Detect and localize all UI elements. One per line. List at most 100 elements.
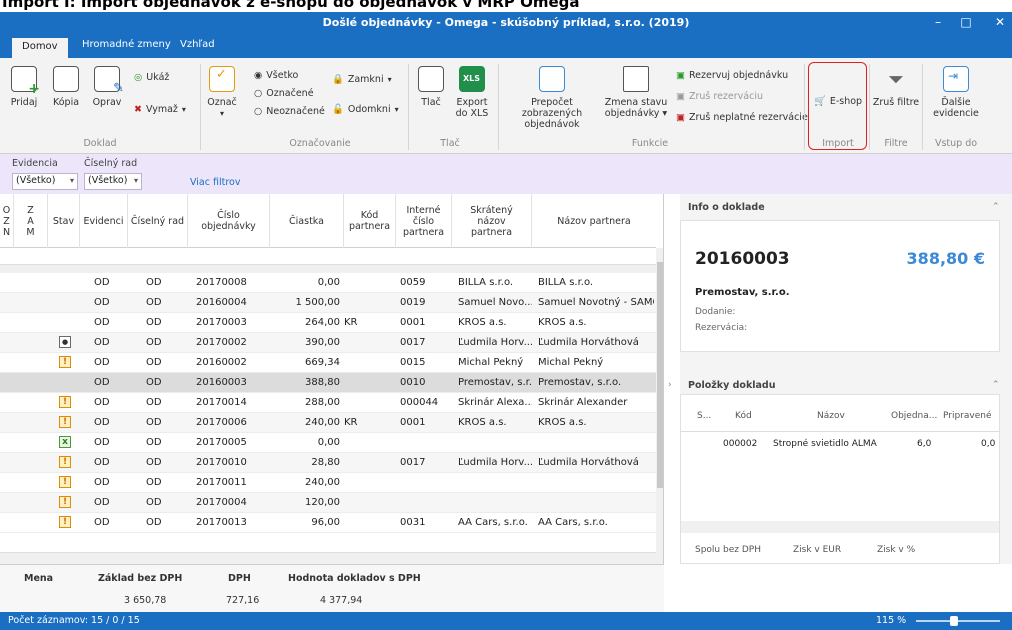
col-stav[interactable]: Stav	[48, 194, 80, 248]
lock-button[interactable]: 🔒 Zamkni ▾	[332, 74, 392, 85]
radio-marked[interactable]: ○ Označené	[254, 88, 314, 99]
info-dodanie: Dodanie:	[695, 307, 736, 317]
cell-ciselny-rad: OD	[146, 417, 162, 428]
col-interne[interactable]: Interné číslo partnera	[396, 194, 452, 248]
cell-cislo: 20170005	[196, 437, 247, 448]
item-pripravene: 0,0	[981, 439, 996, 449]
export-xls-button[interactable]: XLS Export do XLS	[452, 66, 492, 119]
copy-button[interactable]: Kópia	[48, 66, 84, 108]
tab-domov[interactable]: Domov	[12, 38, 68, 58]
more-filters-link[interactable]: Viac filtrov	[190, 177, 240, 188]
delete-icon: ✖	[134, 104, 142, 115]
radio-unmarked[interactable]: ○ Neoznačené	[254, 106, 325, 117]
col-ciastka[interactable]: Čiastka	[270, 194, 344, 248]
edit-button[interactable]: ✎ Oprav	[88, 66, 126, 108]
more-evidences-button[interactable]: ⇥ Ďalšie evidencie	[926, 66, 986, 119]
table-row[interactable]: ● OD OD 20170002 390,00 0017 Ľudmila Horv... Ľu…	[0, 333, 656, 353]
unlock-button[interactable]: 🔓 Odomkni ▾	[332, 104, 399, 115]
table-row[interactable]: ! OD OD 20160002 669,34 0015 Michal Pekný Micha…	[0, 353, 656, 373]
cell-ciselny-rad: OD	[146, 517, 162, 528]
cancel-cart-red-icon: ▣	[676, 112, 685, 123]
shopping-cart-icon: 🛒	[814, 96, 826, 107]
recalc-button[interactable]: Prepočet zobrazených objednávok	[500, 66, 604, 130]
col-ozn[interactable]: O Z N	[0, 194, 14, 248]
table-row[interactable]: ! OD OD 20170013 96,00 0031 AA Cars, s.r.o. AA …	[0, 513, 656, 533]
col-ciselny-rad[interactable]: Číselný rad	[128, 194, 188, 248]
cell-interne: 0001	[400, 317, 426, 328]
zoom-slider-handle[interactable]	[950, 616, 958, 626]
info-number: 20160003	[695, 249, 790, 269]
col-zam[interactable]: Z A M	[14, 194, 48, 248]
cell-nazov: Premostav, s.r.o.	[538, 377, 622, 388]
polozky-grid: S... Kód Názov Objedna... Pripravené 000…	[680, 394, 1000, 564]
show-button[interactable]: ◎ Ukáž	[134, 72, 169, 83]
tab-hromadne-zmeny[interactable]: Hromadné zmeny	[82, 39, 171, 50]
table-row[interactable]: OD OD 20160003 388,80 0010 Premostav, s.r. Pre…	[0, 373, 656, 393]
reserve-order-button[interactable]: ▣ Rezervuj objednávku	[676, 70, 788, 81]
separator	[408, 64, 409, 150]
chevron-down-icon: ▾	[181, 105, 186, 114]
top-caption: Import I: Import objednávok z e-shopu do…	[0, 0, 1012, 12]
cell-cislo: 20160002	[196, 357, 247, 368]
cell-ciastka: 669,34	[305, 357, 340, 368]
grid-filter-row[interactable]	[0, 248, 656, 265]
collapse-icon[interactable]: ⌃	[992, 202, 1000, 212]
col-cislo[interactable]: Číslo objednávky	[188, 194, 270, 248]
delete-button[interactable]: ✖ Vymaž ▾	[134, 104, 186, 115]
polozky-hscroll[interactable]	[681, 521, 999, 533]
cell-interne: 0001	[400, 417, 426, 428]
zoom-slider[interactable]	[916, 620, 1000, 622]
add-button[interactable]: + Pridaj	[6, 66, 42, 108]
vertical-scrollbar[interactable]	[656, 248, 663, 564]
table-row[interactable]: OD OD 20170003 264,00 KR 0001 KROS a.s. KROS a.…	[0, 313, 656, 333]
warning-icon: !	[59, 356, 71, 368]
horizontal-scrollbar[interactable]	[0, 552, 656, 564]
change-status-button[interactable]: Zmena stavu objednávky ▾	[604, 66, 668, 119]
cell-ciastka: 0,00	[317, 437, 340, 448]
table-row[interactable]: ! OD OD 20170010 28,80 0017 Ľudmila Horv... Ľud…	[0, 453, 656, 473]
cancel-reservation-button[interactable]: ▣ Zruš rezerváciu	[676, 91, 763, 102]
table-row[interactable]: ! OD OD 20170006 240,00 KR 0001 KROS a.s. KROS a…	[0, 413, 656, 433]
ciselny-rad-select[interactable]: (Všetko) ▾	[84, 173, 142, 190]
mark-button[interactable]: ✓ Označ ▾	[206, 66, 238, 119]
col-kod[interactable]: Kód partnera	[344, 194, 396, 248]
print-button[interactable]: Tlač	[414, 66, 448, 108]
expand-icon[interactable]: ›	[668, 380, 672, 390]
close-icon[interactable]: ✕	[990, 15, 1010, 29]
cancel-filters-button[interactable]: ⏷ Zruš filtre	[872, 66, 920, 108]
col-skrateny[interactable]: Skrátený názov partnera	[452, 194, 532, 248]
cell-evidencia: OD	[94, 397, 110, 408]
radio-all[interactable]: ◉ Všetko	[254, 70, 298, 81]
item-nazov: Stropné svietidlo ALMA	[773, 439, 877, 449]
cell-ciastka: 264,00	[305, 317, 340, 328]
col-objednane[interactable]: Objedna...	[891, 411, 937, 421]
table-row[interactable]: OD OD 20170008 0,00 0059 BILLA s.r.o. BILLA s.…	[0, 273, 656, 293]
table-row[interactable]: x OD OD 20170005 0,00	[0, 433, 656, 453]
col-pripravene[interactable]: Pripravené	[943, 411, 992, 421]
minimize-icon[interactable]: –	[928, 15, 948, 29]
cell-ciselny-rad: OD	[146, 397, 162, 408]
collapse-icon[interactable]: ⌃	[992, 380, 1000, 390]
col-kod[interactable]: Kód	[735, 411, 752, 421]
col-nazov[interactable]: Názov	[817, 411, 845, 421]
group-doklad: Doklad	[83, 138, 117, 149]
enter-icon: ⇥	[943, 66, 969, 92]
col-evidenci[interactable]: Evidenci	[80, 194, 128, 248]
cell-nazov: AA Cars, s.r.o.	[538, 517, 608, 528]
summary-dph-label: DPH	[228, 573, 251, 584]
edit-document-icon: ✎	[94, 66, 124, 95]
evidencia-select[interactable]: (Všetko) ▾	[12, 173, 78, 190]
ciselny-rad-label: Číselný rad	[84, 158, 138, 169]
col-nazov[interactable]: Názov partnera	[532, 194, 656, 248]
table-row[interactable]: ! OD OD 20170011 240,00	[0, 473, 656, 493]
eshop-import-button[interactable]: 🛒 E-shop	[814, 96, 862, 107]
col-s[interactable]: S...	[697, 411, 711, 421]
table-row[interactable]: OD OD 20160004 1 500,00 0019 Samuel Novo... Sa…	[0, 293, 656, 313]
maximize-icon[interactable]: □	[956, 15, 976, 29]
tab-vzhlad[interactable]: Vzhľad	[180, 39, 215, 50]
cancel-invalid-reservations-button[interactable]: ▣ Zruš neplatné rezervácie	[676, 112, 808, 123]
table-row[interactable]: ! OD OD 20170004 120,00	[0, 493, 656, 513]
table-row[interactable]: ! OD OD 20170014 288,00 000044 Škrinár Alexa..…	[0, 393, 656, 413]
cell-interne: 0031	[400, 517, 426, 528]
cell-cislo: 20170006	[196, 417, 247, 428]
